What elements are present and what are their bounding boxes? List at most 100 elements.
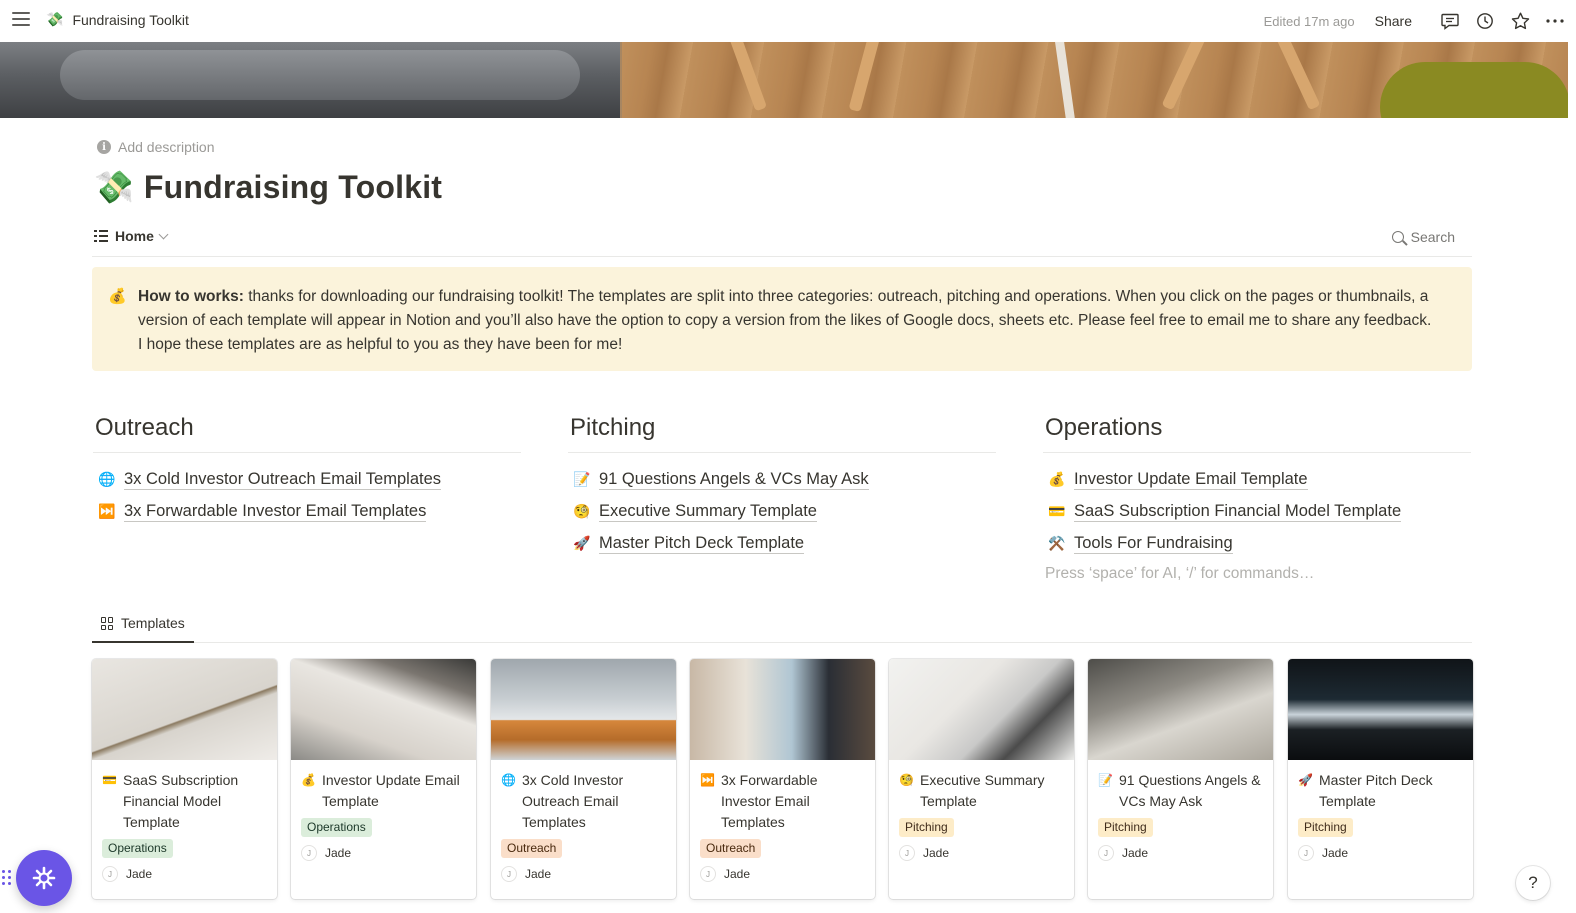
person-name: Jade bbox=[126, 867, 153, 881]
view-name: Home bbox=[115, 228, 154, 244]
card-emoji: 🌐 bbox=[501, 773, 516, 787]
page-link[interactable]: SaaS Subscription Financial Model Templa… bbox=[1074, 501, 1402, 522]
card-person: J Jade bbox=[899, 845, 1064, 861]
card-title[interactable]: 🌐 3x Cold Investor Outreach Email Templat… bbox=[501, 770, 666, 833]
breadcrumb-title: Fundraising Toolkit bbox=[72, 11, 189, 28]
page-emoji[interactable]: 💸 bbox=[94, 168, 134, 206]
category-tag: Outreach bbox=[700, 839, 762, 858]
card-title[interactable]: 💳 SaaS Subscription Financial Model Templ… bbox=[102, 770, 267, 833]
card-title[interactable]: ⏭️ 3x Forwardable Investor Email Template… bbox=[700, 770, 865, 833]
gallery-card[interactable]: 📝 91 Questions Angels & VCs May Ask Pitchi… bbox=[1088, 659, 1273, 899]
card-thumbnail[interactable] bbox=[690, 659, 875, 760]
link-item[interactable]: 🧐 Executive Summary Template bbox=[568, 495, 996, 527]
gallery-card[interactable]: 🌐 3x Cold Investor Outreach Email Templat… bbox=[491, 659, 676, 899]
card-emoji: ⏭️ bbox=[700, 773, 715, 787]
card-thumbnail[interactable] bbox=[1288, 659, 1473, 760]
breadcrumb-emoji: 💸 bbox=[46, 11, 64, 27]
link-item[interactable]: 📝 91 Questions Angels & VCs May Ask bbox=[568, 463, 996, 495]
breadcrumb[interactable]: 💸 Fundraising Toolkit bbox=[46, 11, 189, 28]
card-person: J Jade bbox=[102, 866, 267, 882]
person-name: Jade bbox=[1322, 846, 1349, 860]
drag-handle-icon[interactable] bbox=[2, 870, 12, 886]
top-bar: 💸 Fundraising Toolkit Edited 17m ago Sha… bbox=[0, 0, 1576, 42]
link-item[interactable]: 💳 SaaS Subscription Financial Model Templ… bbox=[1043, 495, 1471, 527]
cover-image bbox=[0, 42, 1568, 118]
card-body: ⏭️ 3x Forwardable Investor Email Template… bbox=[690, 760, 875, 892]
gallery-card[interactable]: 🧐 Executive Summary Template Pitching J Jade bbox=[889, 659, 1074, 899]
card-title[interactable]: 🚀 Master Pitch Deck Template bbox=[1298, 770, 1463, 812]
page-link[interactable]: Investor Update Email Template bbox=[1074, 469, 1308, 490]
page-link[interactable]: Master Pitch Deck Template bbox=[599, 533, 805, 554]
card-title[interactable]: 📝 91 Questions Angels & VCs May Ask bbox=[1098, 770, 1263, 812]
card-title-text: 91 Questions Angels & VCs May Ask bbox=[1119, 772, 1261, 809]
page-link[interactable]: Executive Summary Template bbox=[599, 501, 817, 522]
help-button[interactable]: ? bbox=[1516, 866, 1550, 900]
star-icon[interactable] bbox=[1509, 10, 1531, 32]
sparkle-icon bbox=[32, 866, 56, 890]
search-button[interactable]: Search bbox=[1391, 229, 1455, 245]
card-person: J Jade bbox=[1298, 845, 1463, 861]
card-body: 🚀 Master Pitch Deck Template Pitching J Jade bbox=[1288, 760, 1473, 871]
link-item[interactable]: 🚀 Master Pitch Deck Template bbox=[568, 527, 996, 559]
page-link[interactable]: Tools For Fundraising bbox=[1074, 533, 1233, 554]
assistant-button[interactable] bbox=[16, 850, 72, 906]
link-emoji: 🧐 bbox=[573, 502, 591, 519]
category-tag: Operations bbox=[102, 839, 173, 858]
comment-icon[interactable] bbox=[1439, 10, 1461, 32]
card-title[interactable]: 💰 Investor Update Email Template bbox=[301, 770, 466, 812]
page-title[interactable]: 💸 Fundraising Toolkit bbox=[94, 168, 442, 206]
menu-icon[interactable] bbox=[12, 12, 30, 28]
gallery-card[interactable]: 🚀 Master Pitch Deck Template Pitching J Jade bbox=[1288, 659, 1473, 899]
card-emoji: 💳 bbox=[102, 773, 117, 787]
add-description-button[interactable]: i Add description bbox=[97, 139, 215, 155]
search-icon bbox=[1391, 231, 1404, 243]
page-link[interactable]: 91 Questions Angels & VCs May Ask bbox=[599, 469, 869, 490]
card-person: J Jade bbox=[501, 866, 666, 882]
avatar: J bbox=[1098, 845, 1114, 861]
avatar: J bbox=[102, 866, 118, 882]
card-person: J Jade bbox=[301, 845, 466, 861]
column-heading: Outreach bbox=[93, 410, 521, 453]
history-icon[interactable] bbox=[1474, 10, 1496, 32]
avatar: J bbox=[501, 866, 517, 882]
callout-body: thanks for downloading our fundraising t… bbox=[138, 288, 1432, 353]
card-title[interactable]: 🧐 Executive Summary Template bbox=[899, 770, 1064, 812]
edited-status: Edited 17m ago bbox=[1263, 13, 1355, 29]
card-title-text: SaaS Subscription Financial Model Templa… bbox=[123, 772, 239, 830]
link-item[interactable]: 💰 Investor Update Email Template bbox=[1043, 463, 1471, 495]
person-name: Jade bbox=[525, 867, 552, 881]
person-name: Jade bbox=[325, 846, 352, 860]
card-thumbnail[interactable] bbox=[92, 659, 277, 760]
person-name: Jade bbox=[923, 846, 950, 860]
page-link[interactable]: 3x Cold Investor Outreach Email Template… bbox=[124, 469, 442, 490]
gallery-card[interactable]: ⏭️ 3x Forwardable Investor Email Template… bbox=[690, 659, 875, 899]
card-body: 💰 Investor Update Email Template Operation… bbox=[291, 760, 476, 871]
view-selector[interactable]: Home bbox=[94, 228, 169, 244]
card-title-text: Investor Update Email Template bbox=[322, 772, 460, 809]
share-button[interactable]: Share bbox=[1375, 13, 1412, 29]
empty-block-placeholder[interactable]: Press ‘space’ for AI, ‘/’ for commands… bbox=[1043, 565, 1471, 583]
tab-templates[interactable]: Templates bbox=[92, 608, 194, 643]
card-person: J Jade bbox=[700, 866, 865, 882]
link-emoji: 💳 bbox=[1048, 502, 1066, 519]
avatar: J bbox=[700, 866, 716, 882]
gallery-card[interactable]: 💰 Investor Update Email Template Operation… bbox=[291, 659, 476, 899]
link-item[interactable]: 🌐 3x Cold Investor Outreach Email Templat… bbox=[93, 463, 521, 495]
page-title-text[interactable]: Fundraising Toolkit bbox=[144, 169, 442, 206]
card-thumbnail[interactable] bbox=[1088, 659, 1273, 760]
link-item[interactable]: ⚒️ Tools For Fundraising bbox=[1043, 527, 1471, 559]
callout-bold: How to works: bbox=[138, 288, 244, 305]
page-link[interactable]: 3x Forwardable Investor Email Templates bbox=[124, 501, 427, 522]
link-item[interactable]: ⏭️ 3x Forwardable Investor Email Template… bbox=[93, 495, 521, 527]
card-thumbnail[interactable] bbox=[491, 659, 676, 760]
card-title-text: 3x Forwardable Investor Email Templates bbox=[721, 772, 818, 830]
more-icon[interactable] bbox=[1544, 10, 1566, 32]
person-name: Jade bbox=[724, 867, 751, 881]
card-thumbnail[interactable] bbox=[291, 659, 476, 760]
card-thumbnail[interactable] bbox=[889, 659, 1074, 760]
category-tag: Pitching bbox=[1298, 818, 1353, 837]
callout: 💰 How to works: thanks for downloading o… bbox=[92, 267, 1472, 371]
info-icon: i bbox=[97, 140, 111, 154]
column-outreach: Outreach 🌐 3x Cold Investor Outreach Emai… bbox=[93, 410, 521, 527]
gallery-card[interactable]: 💳 SaaS Subscription Financial Model Templ… bbox=[92, 659, 277, 899]
